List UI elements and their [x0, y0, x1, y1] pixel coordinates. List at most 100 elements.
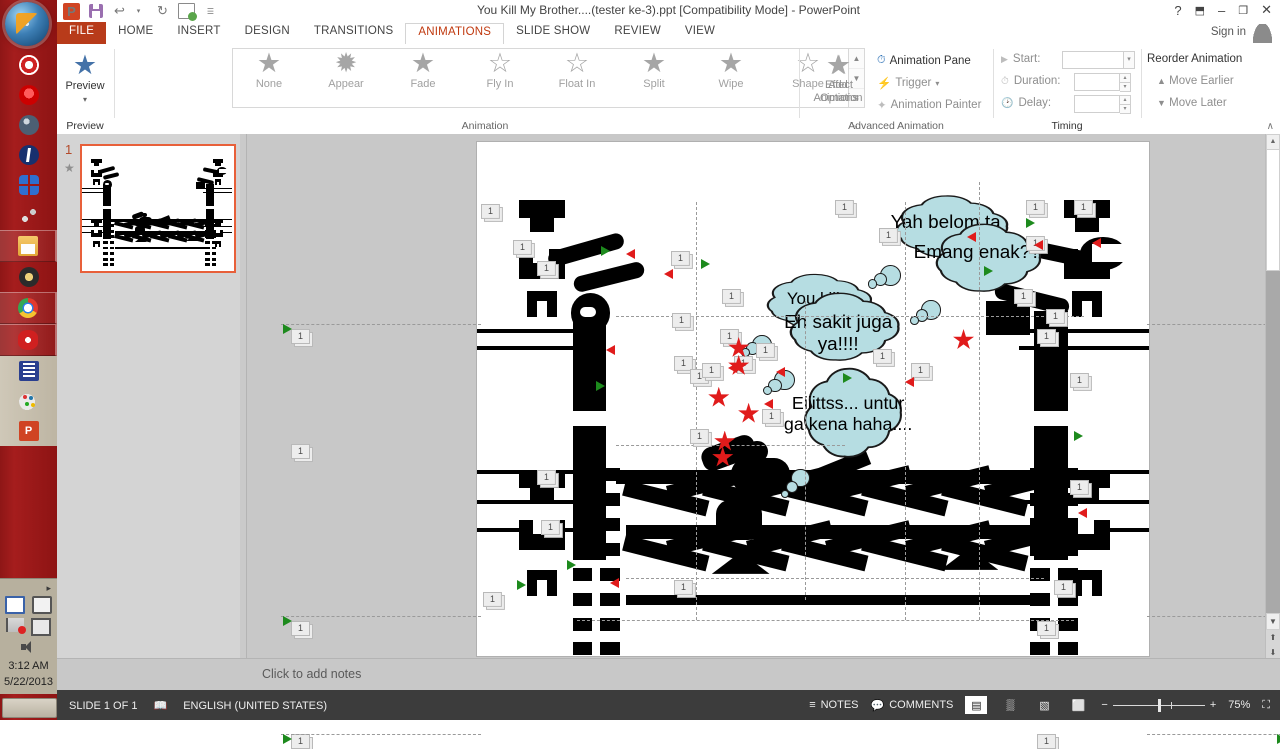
comments-button[interactable]: 💬 COMMENTS	[871, 699, 954, 712]
animation-order-marker[interactable]: 1	[540, 520, 560, 536]
windows-start-icon[interactable]	[5, 2, 49, 46]
animation-order-marker[interactable]: 1	[719, 329, 739, 344]
animation-order-marker[interactable]: 1	[701, 362, 721, 378]
globe-icon[interactable]	[0, 110, 57, 140]
tools-icon[interactable]	[0, 200, 57, 230]
animation-order-marker-outside[interactable]: 1	[291, 734, 310, 749]
zoom-knob[interactable]	[1157, 698, 1161, 712]
minimize-button[interactable]: –	[1218, 3, 1225, 18]
scrollbar-thumb[interactable]	[1266, 149, 1280, 271]
animation-split[interactable]: ★ Split	[622, 50, 686, 91]
close-button[interactable]: ✕	[1261, 2, 1272, 18]
preview-button[interactable]: ★ Preview ▾	[57, 52, 113, 106]
animation-painter-button[interactable]: ✦ Animation Painter	[877, 98, 981, 112]
animation-order-marker[interactable]: 1	[910, 362, 930, 378]
zoom-in-button[interactable]: +	[1210, 699, 1216, 711]
notes-placeholder[interactable]: Click to add notes	[262, 667, 361, 681]
network-icon[interactable]	[31, 618, 51, 636]
start-input[interactable]	[1062, 51, 1124, 69]
animation-order-marker-outside[interactable]: 1	[1037, 734, 1056, 749]
animation-wipe[interactable]: ★ Wipe	[699, 50, 763, 91]
zoom-out-button[interactable]: −	[1101, 699, 1107, 711]
account-icon[interactable]	[1253, 24, 1272, 43]
tray-expand-arrow[interactable]: ▸	[0, 583, 57, 594]
windows-logo-icon[interactable]	[0, 170, 57, 200]
animation-order-marker[interactable]: 1	[873, 348, 892, 364]
tab-insert[interactable]: INSERT	[165, 22, 232, 44]
tray-date[interactable]: 5/22/2013	[0, 672, 57, 694]
animation-order-marker[interactable]: 1	[878, 227, 898, 243]
flag-error-icon[interactable]	[6, 618, 26, 634]
animation-order-marker[interactable]: 1	[1026, 199, 1046, 215]
zoom-level-label[interactable]: 75%	[1228, 699, 1250, 711]
animation-order-marker-outside[interactable]: 1	[291, 444, 310, 459]
reading-view-button[interactable]: ▧	[1033, 696, 1055, 714]
animation-order-marker[interactable]: 1	[1014, 289, 1034, 305]
slide-show-button[interactable]: ⬜	[1067, 696, 1089, 714]
restore-button[interactable]: ❐	[1238, 4, 1248, 17]
move-later-button[interactable]: ▼ Move Later	[1157, 97, 1227, 109]
move-earlier-button[interactable]: ▲ Move Earlier	[1157, 75, 1234, 87]
volume-muted-icon[interactable]	[20, 640, 37, 654]
animation-order-marker[interactable]: 1	[1054, 579, 1073, 595]
lifebuoy-icon[interactable]	[0, 50, 57, 80]
animation-appear[interactable]: ✹ Appear	[314, 50, 378, 91]
video-editor-icon[interactable]	[0, 356, 57, 386]
animation-none[interactable]: ★ None	[237, 50, 301, 91]
tab-view[interactable]: VIEW	[673, 22, 727, 44]
animation-order-marker[interactable]: 1	[512, 239, 532, 255]
ribbon-display-options-button[interactable]: ⬒	[1195, 4, 1205, 17]
animation-order-marker[interactable]: 1	[761, 408, 781, 424]
display-icon[interactable]	[5, 596, 25, 614]
delay-input[interactable]	[1074, 95, 1120, 113]
tab-file[interactable]: FILE	[57, 22, 107, 44]
animation-fly-in[interactable]: ☆ Fly In	[468, 50, 532, 91]
tab-animations[interactable]: ANIMATIONS	[405, 23, 505, 44]
slide-thumbnail-1[interactable]	[80, 144, 236, 273]
sign-in-link[interactable]: Sign in	[1211, 26, 1246, 38]
bluetooth-icon[interactable]	[0, 140, 57, 170]
animation-order-marker-outside[interactable]: 1	[1037, 621, 1056, 636]
duration-spinner[interactable]: ▴ ▾	[1120, 73, 1131, 92]
google-chrome-icon[interactable]	[0, 292, 57, 324]
animation-float-in[interactable]: ☆ Float In	[545, 50, 609, 91]
animation-order-marker-outside[interactable]: 1	[291, 329, 310, 344]
help-button[interactable]: ?	[1174, 3, 1181, 18]
trigger-button[interactable]: ⚡ Trigger ▾	[877, 76, 939, 90]
delay-spinner[interactable]: ▴ ▾	[1120, 95, 1131, 114]
animation-order-marker[interactable]: 1	[1070, 480, 1089, 496]
animation-order-marker[interactable]: 1	[674, 579, 693, 595]
animation-order-marker[interactable]: 1	[671, 251, 690, 267]
normal-view-button[interactable]: ▤	[965, 696, 988, 714]
duration-field[interactable]: ▴ ▾	[1074, 73, 1131, 92]
show-desktop-button[interactable]	[2, 698, 57, 718]
animation-order-marker[interactable]: 1	[536, 470, 556, 486]
animation-order-marker[interactable]: 1	[755, 342, 775, 358]
scrollbar-track[interactable]	[1266, 271, 1280, 613]
fit-to-window-icon[interactable]: ⛶	[1262, 699, 1270, 712]
animation-order-marker[interactable]: 1	[672, 313, 691, 329]
language-indicator[interactable]: ENGLISH (UNITED STATES)	[183, 700, 327, 712]
animation-order-marker[interactable]: 1	[1070, 372, 1089, 388]
zoom-track[interactable]	[1112, 698, 1205, 712]
previous-slide-button[interactable]: ⬆	[1266, 630, 1280, 645]
tab-slide-show[interactable]: SLIDE SHOW	[504, 22, 602, 44]
slide-sorter-button[interactable]: ▒	[999, 696, 1021, 714]
animation-order-marker[interactable]: 1	[482, 591, 502, 607]
delay-field[interactable]: ▴ ▾	[1074, 95, 1131, 114]
animation-pane-button[interactable]: ⏱ Animation Pane	[877, 54, 971, 67]
animation-fade[interactable]: ★ Fade	[391, 50, 455, 91]
animation-order-marker-outside[interactable]: 1	[291, 621, 310, 636]
slide-indicator[interactable]: SLIDE 1 OF 1	[69, 700, 137, 712]
scroll-down-button[interactable]: ▼	[1266, 613, 1280, 630]
tab-design[interactable]: DESIGN	[233, 22, 302, 44]
spell-check-icon[interactable]: 📖	[153, 699, 167, 712]
start-dropdown-icon[interactable]: ▾	[1124, 51, 1135, 69]
thumbnail-pane-scrollbar[interactable]	[240, 134, 246, 659]
animation-order-marker[interactable]: 1	[480, 203, 500, 219]
paint-icon[interactable]	[0, 386, 57, 416]
slide-vertical-scrollbar[interactable]: ▲ ▼ ⬆ ⬇	[1265, 134, 1280, 659]
notes-pane[interactable]: Click to add notes	[57, 658, 1280, 690]
duration-input[interactable]	[1074, 73, 1120, 91]
trigger-dropdown-icon[interactable]: ▾	[935, 79, 939, 88]
